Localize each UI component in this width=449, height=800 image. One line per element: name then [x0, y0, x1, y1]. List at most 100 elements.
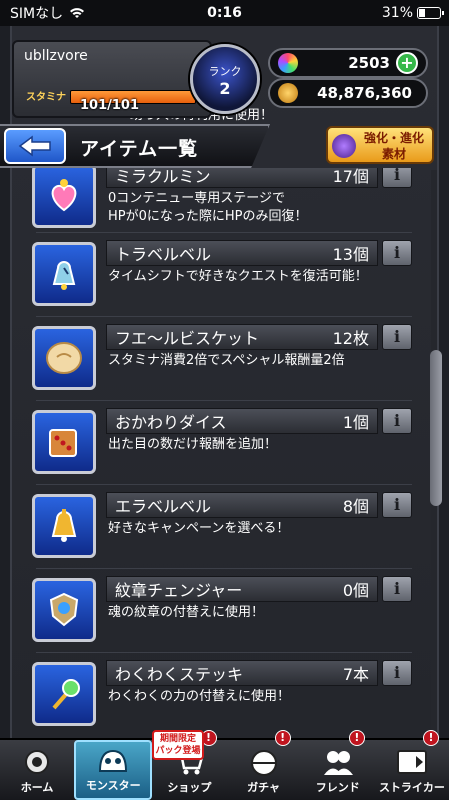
page-title: アイテム一覧 — [80, 138, 199, 160]
item-info-button[interactable]: i — [382, 324, 412, 350]
item-count: 1個 — [342, 413, 369, 432]
list-item[interactable]: わくわくステッキ 7本 i わくわくの力の付替えに使用！ — [28, 660, 420, 734]
row-divider — [36, 232, 412, 233]
item-info-button[interactable]: i — [382, 576, 412, 602]
status-bar: SIMなし 0:16 31% — [0, 0, 449, 26]
emblem-changer-icon — [32, 578, 96, 642]
striker-icon — [395, 747, 429, 777]
item-name-bar: ミラクルミン 17個 — [106, 168, 378, 188]
rank-value: 2 — [219, 79, 231, 98]
erabel-bell-icon — [32, 494, 96, 558]
item-info-button[interactable]: i — [382, 660, 412, 686]
orb-count: 2503 — [348, 54, 390, 72]
scrollbar-thumb[interactable] — [430, 350, 442, 506]
monster-icon — [96, 745, 130, 775]
back-arrow-icon — [18, 135, 51, 157]
item-description: 好きなキャンペーンを選べる！ — [108, 521, 290, 536]
enhance-label-2: 素材 — [381, 147, 406, 161]
promo-line-2: パック登場 — [155, 746, 201, 756]
item-list[interactable]: ミラクルミン 17個 i 0コンテニュー専用ステージで HPが0になった際にHPのみ回… — [28, 168, 420, 734]
item-description: 出た目の数だけ報酬を追加！ — [108, 437, 278, 452]
item-name: エラベルベル — [115, 497, 212, 516]
battery-icon — [417, 7, 444, 19]
gold-count: 48,876,360 — [317, 84, 412, 102]
item-description: 魂の紋章の付替えに使用！ — [108, 605, 265, 620]
item-description: スタミナ消費2倍でスペシャル報酬量2倍 — [108, 353, 345, 368]
back-button[interactable] — [4, 128, 66, 164]
username: ubllzvore — [24, 48, 88, 64]
notification-badge: ! — [348, 730, 365, 746]
item-count: 8個 — [342, 497, 369, 516]
gacha-icon — [247, 747, 281, 777]
item-name-bar: エラベルベル 8個 — [106, 492, 378, 518]
dice-icon — [32, 410, 96, 474]
nav-home[interactable]: ホーム — [0, 740, 74, 800]
nav-friend[interactable]: フレンド! — [301, 730, 375, 800]
stamina-label: スタミナ — [26, 92, 66, 103]
list-item[interactable]: ミラクルミン 17個 i 0コンテニュー専用ステージで HPが0になった際にHPのみ回… — [28, 168, 420, 236]
item-description: わくわくの力の付替えに使用！ — [108, 689, 291, 704]
item-description: タイムシフトで好きなクエストを復活可能！ — [108, 269, 368, 284]
item-name-bar: 紋章チェンジャー 0個 — [106, 576, 378, 602]
home-icon — [20, 747, 54, 777]
row-divider — [36, 316, 412, 317]
travel-bell-icon — [32, 242, 96, 306]
nav-label: ショップ — [167, 781, 212, 794]
notification-badge: ! — [274, 730, 291, 746]
rank-label: ランク — [208, 65, 242, 78]
item-count: 0個 — [342, 581, 369, 600]
biscuit-icon — [32, 326, 96, 390]
bottom-nav: ホーム モンスター ショップ! ガチャ! フレンド! ストライカー! — [0, 730, 449, 800]
item-name-bar: おかわりダイス 1個 — [106, 408, 378, 434]
item-count: 12枚 — [332, 329, 369, 348]
nav-label: フレンド — [315, 781, 360, 794]
gold-counter: 48,876,360 — [268, 78, 428, 108]
item-name-bar: わくわくステッキ 7本 — [106, 660, 378, 686]
enhance-materials-button[interactable]: 強化・進化 素材 — [326, 126, 434, 164]
item-name-bar: フエ～ルビスケット 12枚 — [106, 324, 378, 350]
waku-stick-icon — [32, 662, 96, 726]
list-item[interactable]: おかわりダイス 1個 i 出た目の数だけ報酬を追加！ — [28, 408, 420, 482]
buy-orbs-button[interactable]: + — [396, 52, 418, 74]
item-name: トラベルベル — [115, 245, 212, 264]
list-item[interactable]: トラベルベル 13個 i タイムシフトで好きなクエストを復活可能！ — [28, 240, 420, 314]
orb-counter: 2503 + — [268, 48, 428, 78]
item-info-button[interactable]: i — [382, 492, 412, 518]
row-divider — [36, 652, 412, 653]
item-name: フエ～ルビスケット — [115, 329, 260, 348]
battery-group: 31% — [381, 5, 444, 21]
rank-badge[interactable]: ランク 2 — [190, 44, 260, 114]
gold-coin-icon — [278, 83, 298, 103]
list-item[interactable]: エラベルベル 8個 i 好きなキャンペーンを選べる！ — [28, 492, 420, 566]
miraclemin-icon — [32, 168, 96, 228]
item-name: 紋章チェンジャー — [115, 581, 243, 600]
orb-icon — [278, 53, 298, 73]
stamina-value: 101/101 — [80, 98, 140, 113]
promo-line-1: 期間限定 — [159, 734, 196, 744]
item-count: 7本 — [342, 665, 369, 684]
row-divider — [36, 568, 412, 569]
item-description: 0コンテニュー専用ステージで HPが0になった際にHPのみ回復！ — [108, 191, 308, 224]
item-count: 17個 — [332, 168, 369, 186]
nav-gacha[interactable]: ガチャ! — [227, 730, 301, 800]
item-info-button[interactable]: i — [382, 240, 412, 266]
item-name: わくわくステッキ — [115, 665, 244, 684]
item-info-button[interactable]: i — [382, 408, 412, 434]
nav-label: ガチャ — [247, 781, 281, 794]
promo-badge[interactable]: 期間限定 パック登場 — [152, 730, 204, 760]
item-info-button[interactable]: i — [382, 168, 412, 188]
list-item[interactable]: 紋章チェンジャー 0個 i 魂の紋章の付替えに使用！ — [28, 576, 420, 650]
list-item[interactable]: フエ～ルビスケット 12枚 i スタミナ消費2倍でスペシャル報酬量2倍 — [28, 324, 420, 398]
item-name: おかわりダイス — [115, 413, 227, 432]
nav-striker[interactable]: ストライカー! — [375, 730, 449, 800]
item-name-bar: トラベルベル 13個 — [106, 240, 378, 266]
nav-monster[interactable]: モンスター — [74, 740, 153, 800]
materials-icon — [332, 134, 356, 158]
enhance-label-1: 強化・進化 — [363, 131, 424, 145]
item-name: ミラクルミン — [115, 168, 211, 186]
nav-label: ストライカー — [378, 781, 445, 794]
row-divider — [36, 484, 412, 485]
battery-percent: 31% — [381, 5, 413, 21]
player-card[interactable]: ubllzvore スタミナ 101/101 — [12, 40, 212, 118]
nav-label: ホーム — [20, 781, 54, 794]
